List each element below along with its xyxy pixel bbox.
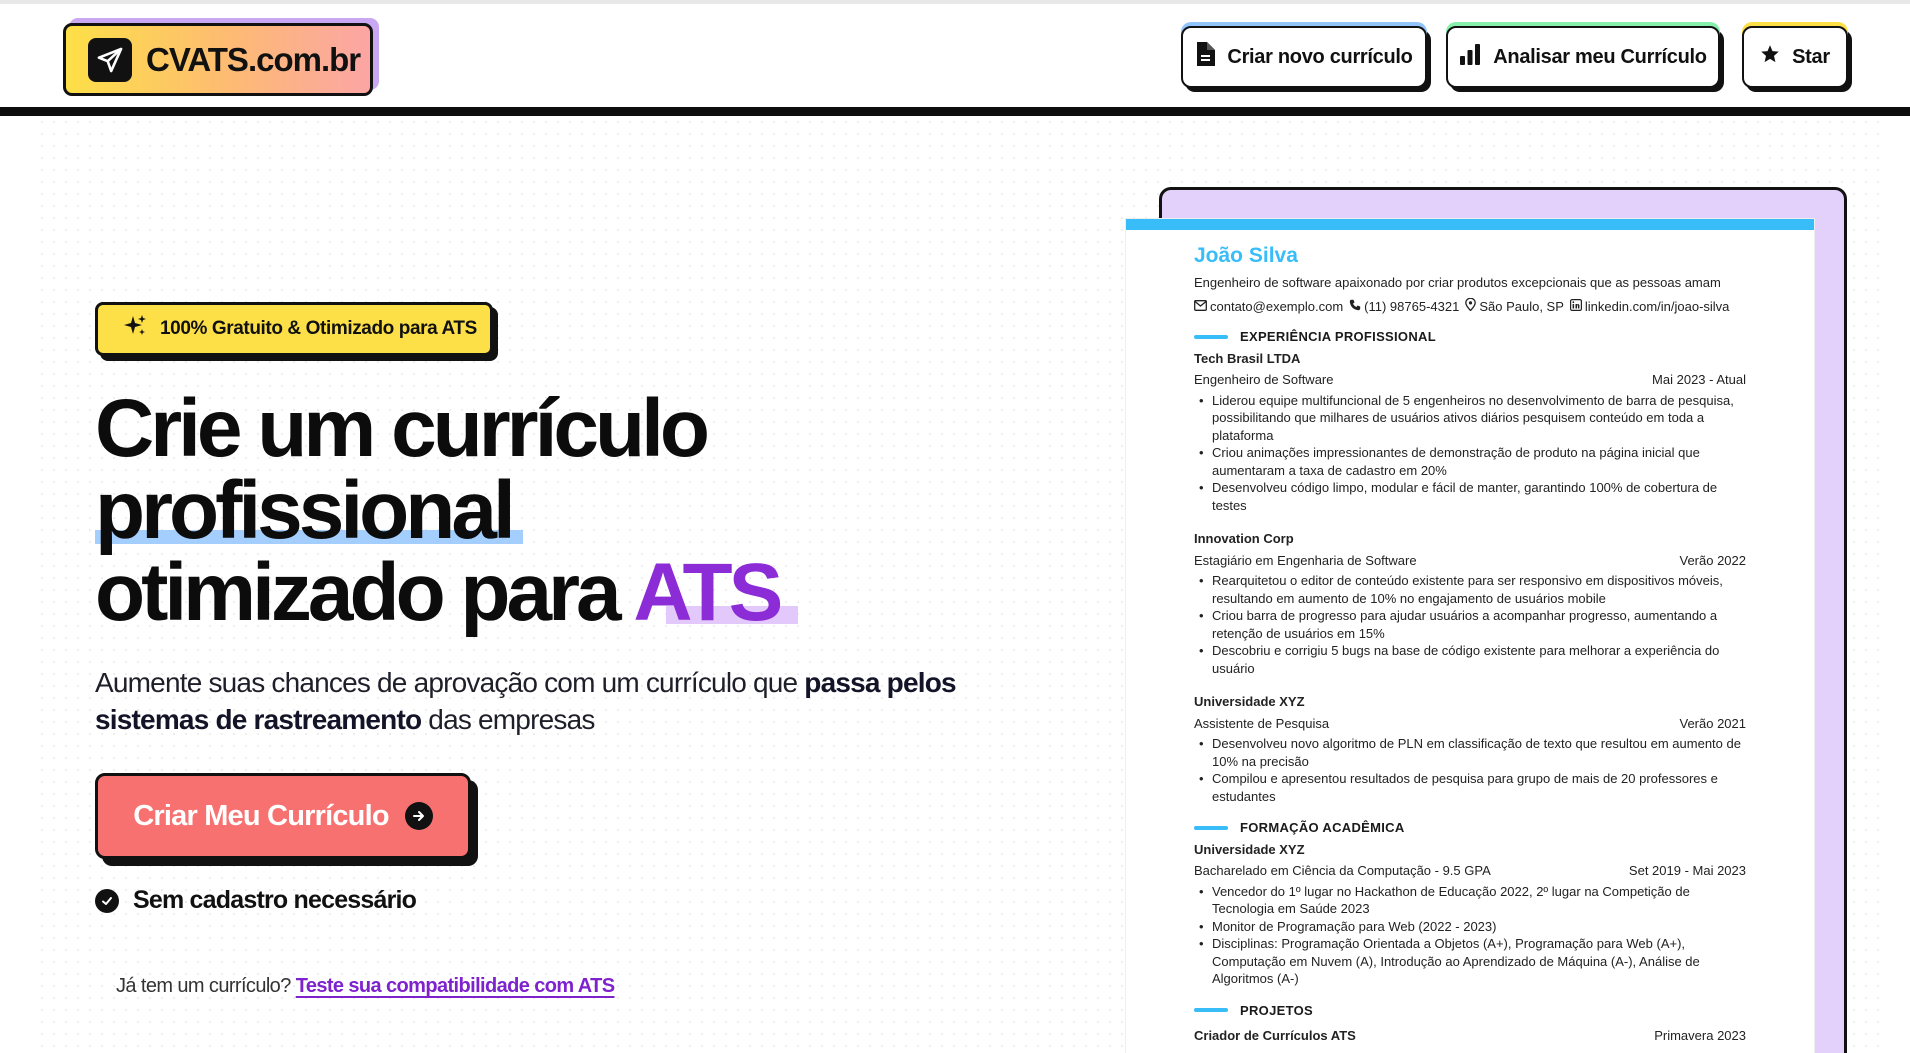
experience-role-row: Estagiário em Engenharia de Software Verã… (1194, 552, 1746, 570)
resume-summary: Engenheiro de software apaixonado por cr… (1194, 275, 1721, 290)
nav-star-label: Star (1792, 45, 1830, 68)
hero-subtitle: Aumente suas chances de aprovação com um… (95, 664, 1055, 738)
test-ats-compatibility-link[interactable]: Teste sua compatibilidade com ATS (296, 975, 615, 997)
resume-linkedin-text: linkedin.com/in/joao-silva (1584, 298, 1730, 314)
sparkles-icon (122, 313, 148, 345)
experience-date: Verão 2022 (1679, 552, 1746, 568)
nav-star-button[interactable]: Star (1742, 22, 1852, 92)
list-item: Criou barra de progresso para ajudar usu… (1199, 607, 1746, 642)
nav-analyze-resume-label: Analisar meu Currículo (1493, 45, 1707, 68)
resume-preview: João Silva Engenheiro de software apaixo… (1126, 219, 1814, 1053)
header-divider (0, 107, 1910, 116)
already-have-resume: Já tem um currículo? Teste sua compatibi… (116, 975, 615, 998)
project-row: Criador de Currículos ATS Primavera 2023 (1194, 1027, 1746, 1045)
resume-location: São Paulo, SP (1465, 297, 1564, 316)
experience-company: Universidade XYZ (1194, 694, 1305, 709)
list-item: Desenvolveu novo algoritmo de PLN em cla… (1199, 735, 1746, 770)
hero-headline: Crie um currículo profissional otimizado… (95, 383, 783, 634)
experience-role-row: Engenheiro de Software Mai 2023 - Atual (1194, 371, 1746, 389)
resume-top-bar (1126, 219, 1814, 230)
section-projects-title: PROJETOS (1240, 1002, 1313, 1018)
list-item: Vencedor do 1º lugar no Hackathon de Edu… (1199, 883, 1746, 918)
no-signup-note: Sem cadastro necessário (95, 886, 417, 915)
resume-phone-text: (11) 98765-4321 (1364, 298, 1460, 314)
resume-content: João Silva Engenheiro de software apaixo… (1194, 243, 1746, 1045)
headline-ats-accent: ATS (633, 547, 783, 638)
resume-name: João Silva (1194, 244, 1298, 267)
headline-line-2: profissional (95, 465, 516, 556)
list-item: Disciplinas: Programação Orientada a Obj… (1199, 935, 1746, 988)
experience-bullets: Desenvolveu novo algoritmo de PLN em cla… (1194, 735, 1746, 805)
experience-role: Assistente de Pesquisa (1194, 715, 1330, 731)
star-icon (1760, 44, 1780, 70)
section-projects: PROJETOS (1194, 1002, 1746, 1020)
resume-email: contato@exemplo.com (1194, 298, 1343, 316)
list-item: Monitor de Programação para Web (2022 - … (1199, 918, 1746, 936)
no-signup-label: Sem cadastro necessário (133, 886, 417, 914)
list-item: Rearquitetou o editor de conteúdo existe… (1199, 572, 1746, 607)
logo-link[interactable]: CVATS.com.br (63, 18, 379, 96)
logo[interactable]: CVATS.com.br (63, 23, 373, 96)
file-document-icon (1195, 42, 1216, 72)
section-experience-title: EXPERIÊNCIA PROFISSIONAL (1240, 329, 1436, 344)
resume-phone: (11) 98765-4321 (1349, 298, 1459, 316)
experience-date: Mai 2023 - Atual (1652, 372, 1746, 387)
phone-icon (1349, 298, 1361, 316)
subtitle-part-2: das empresas (421, 704, 595, 735)
section-experience: EXPERIÊNCIA PROFISSIONAL (1194, 328, 1746, 346)
nav-create-resume-button[interactable]: Criar novo currículo (1181, 22, 1431, 92)
experience-role-row: Assistente de Pesquisa Verão 2021 (1194, 715, 1746, 733)
map-pin-icon (1465, 297, 1477, 316)
list-item: Liderou equipe multifuncional de 5 engen… (1199, 392, 1746, 445)
experience-bullets: Liderou equipe multifuncional de 5 engen… (1194, 392, 1746, 515)
experience-company: Tech Brasil LTDA (1194, 350, 1301, 366)
cta-label: Criar Meu Currículo (133, 799, 389, 832)
experience-company: Innovation Corp (1194, 531, 1294, 546)
resume-email-text: contato@exemplo.com (1210, 298, 1344, 314)
headline-line-1: Crie um currículo (95, 383, 710, 474)
paper-plane-icon (88, 37, 132, 82)
experience-bullets: Rearquitetou o editor de conteúdo existe… (1194, 572, 1746, 677)
education-degree: Bacharelado em Ciência da Computação - 9… (1194, 863, 1491, 878)
linkedin-icon (1569, 298, 1582, 316)
resume-contacts: contato@exemplo.com (11) 98765-4321 São … (1194, 297, 1746, 316)
mail-icon (1194, 298, 1207, 316)
project-date: Primavera 2023 (1654, 1028, 1746, 1043)
headline-line-3: otimizado para ATS (95, 552, 783, 634)
resume-linkedin: linkedin.com/in/joao-silva (1569, 298, 1730, 316)
education-degree-row: Bacharelado em Ciência da Computação - 9… (1194, 862, 1746, 880)
experience-role: Estagiário em Engenharia de Software (1194, 552, 1417, 568)
list-item: Descobriu e corrigiu 5 bugs na base de c… (1199, 642, 1746, 677)
free-ats-badge: 100% Gratuito & Otimizado para ATS (95, 302, 498, 361)
bar-chart-icon (1459, 43, 1481, 71)
create-resume-cta-button[interactable]: Criar Meu Currículo (95, 773, 478, 866)
site-header: CVATS.com.br Criar novo currículo Analis… (0, 4, 1910, 108)
nav-analyze-resume-button[interactable]: Analisar meu Currículo (1446, 22, 1724, 92)
headline-line-3-prefix: otimizado para (95, 547, 634, 638)
badge-label: 100% Gratuito & Otimizado para ATS (160, 318, 477, 339)
arrow-right-icon (404, 802, 433, 830)
check-circle-icon (95, 888, 119, 913)
resume-location-text: São Paulo, SP (1479, 298, 1564, 314)
already-text: Já tem um currículo? (116, 975, 296, 997)
list-item: Compilou e apresentou resultados de pesq… (1199, 770, 1746, 805)
experience-date: Verão 2021 (1679, 715, 1746, 731)
list-item: Desenvolveu código limpo, modular e fáci… (1199, 479, 1746, 514)
education-date: Set 2019 - Mai 2023 (1628, 863, 1746, 878)
section-education: FORMAÇÃO ACADÊMICA (1194, 819, 1746, 837)
section-education-title: FORMAÇÃO ACADÊMICA (1240, 820, 1405, 835)
subtitle-part-1: Aumente suas chances de aprovação com um… (95, 667, 805, 698)
education-bullets: Vencedor do 1º lugar no Hackathon de Edu… (1194, 883, 1746, 988)
experience-role: Engenheiro de Software (1194, 372, 1334, 387)
list-item: Criou animações impressionantes de demon… (1199, 444, 1746, 479)
logo-text: CVATS.com.br (146, 40, 361, 78)
nav-create-resume-label: Criar novo currículo (1227, 45, 1413, 68)
education-school: Universidade XYZ (1194, 841, 1305, 857)
project-name: Criador de Currículos ATS (1194, 1028, 1356, 1043)
